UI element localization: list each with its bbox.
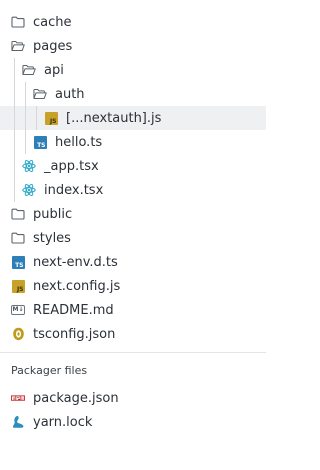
tree-item-label: cache [33,14,72,30]
typescript-file-icon: TS [11,255,25,269]
tree-item-auth[interactable]: auth [0,82,266,106]
indent-guide [25,130,26,154]
tree-item-label: tsconfig.json [33,326,116,342]
indent-guide [14,178,15,202]
tree-item-label: hello.ts [55,134,103,150]
tree-item-label: [...nextauth].js [66,110,162,126]
file-explorer-panel: cache pages api auth JS [...nextauth].js… [0,0,266,470]
tree-item-label: package.json [33,390,119,406]
tree-item-label: next-env.d.ts [33,254,118,270]
tree-item-label: _app.tsx [44,158,99,174]
tree-item-label: pages [33,38,73,54]
tree-item-hello-ts[interactable]: TS hello.ts [0,130,266,154]
indent-guide [14,130,15,154]
indent-guide [25,82,26,106]
tree-item-app-tsx[interactable]: _app.tsx [0,154,266,178]
tree-item-package-json[interactable]: package.json [0,386,266,410]
typescript-file-icon: TS [33,135,47,149]
tree-item-label: README.md [33,302,114,318]
tree-item-api[interactable]: api [0,58,266,82]
indent-guide [25,106,26,130]
folder-open-icon [22,63,36,77]
tree-item-public[interactable]: public [0,202,266,226]
npm-icon [11,391,25,405]
folder-icon [11,207,25,221]
indent-guide [14,106,15,130]
indent-guide [14,154,15,178]
tree-item-label: next.config.js [33,278,121,294]
tree-item-index-tsx[interactable]: index.tsx [0,178,266,202]
section-divider [0,352,266,353]
javascript-file-icon: JS [11,279,25,293]
indent-guide [36,106,37,130]
tree-item-label: public [33,206,73,222]
react-icon [22,183,36,197]
tree-item-yarn-lock[interactable]: yarn.lock [0,410,266,434]
tree-item-cache[interactable]: cache [0,10,266,34]
tree-item-next-config-js[interactable]: JS next.config.js [0,274,266,298]
tree-item-label: auth [55,86,85,102]
file-tree: cache pages api auth JS [...nextauth].js… [0,10,266,346]
folder-icon [11,15,25,29]
tree-item-pages[interactable]: pages [0,34,266,58]
react-icon [22,159,36,173]
tree-item-label: api [44,62,64,78]
indent-guide [14,58,15,82]
folder-icon [11,231,25,245]
tree-item-styles[interactable]: styles [0,226,266,250]
tree-item-nextauth-js[interactable]: JS [...nextauth].js [0,106,266,130]
indent-guide [14,82,15,106]
yarn-icon [11,415,25,429]
tree-item-label: index.tsx [44,182,104,198]
packager-files-list: package.json yarn.lock [0,386,266,434]
folder-open-icon [11,39,25,53]
tree-item-tsconfig-json[interactable]: tsconfig.json [0,322,266,346]
tree-item-label: styles [33,230,71,246]
tree-item-next-env-d-ts[interactable]: TS next-env.d.ts [0,250,266,274]
javascript-file-icon: JS [44,111,58,125]
tree-item-label: yarn.lock [33,414,93,430]
markdown-file-icon: M↓ [11,305,25,315]
tree-item-readme-md[interactable]: M↓ README.md [0,298,266,322]
tsconfig-icon [11,327,25,341]
packager-files-heading: Packager files [11,364,88,377]
folder-open-icon [33,87,47,101]
